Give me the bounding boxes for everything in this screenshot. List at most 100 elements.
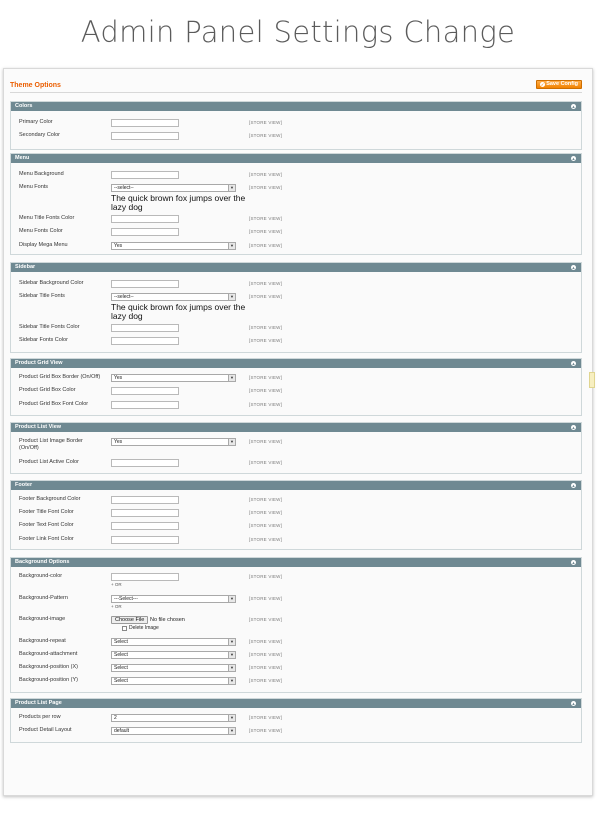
title-divider bbox=[10, 92, 582, 93]
collapse-icon[interactable]: ▲ bbox=[571, 265, 576, 270]
collapse-icon[interactable]: ▲ bbox=[571, 701, 576, 706]
section-title: Footer bbox=[15, 482, 33, 488]
collapse-icon[interactable]: ▲ bbox=[571, 361, 576, 366]
section-product-grid-view: Product Grid View ▲ Product Grid Box Bor… bbox=[10, 358, 582, 416]
background-color-input[interactable] bbox=[111, 573, 179, 581]
store-view-label: [STORE VIEW] bbox=[249, 243, 283, 248]
field-label: Background-position (X) bbox=[19, 664, 79, 670]
field-label: Background-Pattern bbox=[19, 595, 68, 601]
field-label: Products per row bbox=[19, 714, 61, 720]
section-title: Menu bbox=[15, 155, 30, 161]
background-repeat-select[interactable]: Select ▼ bbox=[111, 638, 236, 646]
menu-fonts-color-input[interactable] bbox=[111, 228, 179, 236]
background-position-y-select[interactable]: Select ▼ bbox=[111, 677, 236, 685]
store-view-label: [STORE VIEW] bbox=[249, 294, 283, 299]
primary-color-input[interactable] bbox=[111, 119, 179, 127]
dropdown-arrow-icon: ▼ bbox=[228, 294, 235, 300]
menu-title-fonts-color-input[interactable] bbox=[111, 215, 179, 223]
field-label: Menu Fonts bbox=[19, 184, 49, 190]
store-view-label: [STORE VIEW] bbox=[249, 325, 283, 330]
collapse-icon[interactable]: ▲ bbox=[571, 156, 576, 161]
section-header-background-options[interactable]: Background Options ▲ bbox=[11, 558, 581, 567]
field-label: Menu Title Fonts Color bbox=[19, 215, 75, 221]
store-view-label: [STORE VIEW] bbox=[249, 715, 283, 720]
dropdown-arrow-icon: ▼ bbox=[228, 185, 235, 191]
footer-background-input[interactable] bbox=[111, 496, 179, 504]
select-value: Yes bbox=[114, 439, 123, 445]
select-value: Select bbox=[114, 678, 128, 684]
field-label: Display Mega Menu bbox=[19, 242, 68, 248]
store-view-label: [STORE VIEW] bbox=[249, 596, 283, 601]
section-footer: Footer ▲ Footer Background Color [STORE … bbox=[10, 480, 582, 550]
side-tab[interactable] bbox=[589, 372, 595, 388]
footer-title-font-input[interactable] bbox=[111, 509, 179, 517]
footer-text-font-input[interactable] bbox=[111, 522, 179, 530]
delete-image-checkbox[interactable] bbox=[122, 626, 127, 631]
section-header-menu[interactable]: Menu ▲ bbox=[11, 154, 581, 163]
footer-link-font-input[interactable] bbox=[111, 536, 179, 544]
section-title: Product Grid View bbox=[15, 360, 63, 366]
background-attachment-select[interactable]: Select ▼ bbox=[111, 651, 236, 659]
dropdown-arrow-icon: ▼ bbox=[228, 678, 235, 684]
collapse-icon[interactable]: ▲ bbox=[571, 483, 576, 488]
section-title: Product List Page bbox=[15, 700, 62, 706]
field-label: Footer Title Font Color bbox=[19, 509, 74, 515]
store-view-label: [STORE VIEW] bbox=[249, 728, 283, 733]
background-position-x-select[interactable]: Select ▼ bbox=[111, 664, 236, 672]
field-label: Background-position (Y) bbox=[19, 677, 79, 683]
section-product-list-page: Product List Page ▲ Products per row 2 ▼ … bbox=[10, 698, 582, 743]
section-header-product-list-view[interactable]: Product List View ▲ bbox=[11, 423, 581, 432]
store-view-label: [STORE VIEW] bbox=[249, 388, 283, 393]
select-value: ---Select--- bbox=[114, 596, 138, 602]
field-label: Background-repeat bbox=[19, 638, 66, 644]
store-view-label: [STORE VIEW] bbox=[249, 665, 283, 670]
dropdown-arrow-icon: ▼ bbox=[228, 728, 235, 734]
collapse-icon[interactable]: ▲ bbox=[571, 104, 576, 109]
secondary-color-input[interactable] bbox=[111, 132, 179, 140]
display-mega-menu-select[interactable]: Yes ▼ bbox=[111, 242, 236, 250]
product-detail-layout-select[interactable]: default ▼ bbox=[111, 727, 236, 735]
grid-font-color-input[interactable] bbox=[111, 401, 179, 409]
or-note: + OR bbox=[111, 604, 122, 609]
dropdown-arrow-icon: ▼ bbox=[228, 665, 235, 671]
dropdown-arrow-icon: ▼ bbox=[228, 439, 235, 445]
sidebar-title-fonts-select[interactable]: --select-- ▼ bbox=[111, 293, 236, 301]
sidebar-fonts-color-input[interactable] bbox=[111, 337, 179, 345]
select-value: default bbox=[114, 728, 130, 734]
collapse-icon[interactable]: ▲ bbox=[571, 425, 576, 430]
products-per-row-select[interactable]: 2 ▼ bbox=[111, 714, 236, 722]
list-active-color-input[interactable] bbox=[111, 459, 179, 467]
store-view-label: [STORE VIEW] bbox=[249, 678, 283, 683]
store-view-label: [STORE VIEW] bbox=[249, 216, 283, 221]
list-image-border-select[interactable]: Yes ▼ bbox=[111, 438, 236, 446]
store-view-label: [STORE VIEW] bbox=[249, 617, 283, 622]
sidebar-background-input[interactable] bbox=[111, 280, 179, 288]
menu-fonts-select[interactable]: --select-- ▼ bbox=[111, 184, 236, 192]
choose-file-button[interactable]: Choose File bbox=[111, 616, 149, 624]
section-header-footer[interactable]: Footer ▲ bbox=[11, 481, 581, 490]
collapse-icon[interactable]: ▲ bbox=[571, 560, 576, 565]
store-view-label: [STORE VIEW] bbox=[249, 460, 283, 465]
section-header-sidebar[interactable]: Sidebar ▲ bbox=[11, 263, 581, 272]
sidebar-title-fonts-color-input[interactable] bbox=[111, 324, 179, 332]
field-label: Background-color bbox=[19, 573, 63, 579]
font-preview: The quick brown fox jumps over the lazy … bbox=[111, 193, 246, 212]
font-preview: The quick brown fox jumps over the lazy … bbox=[111, 302, 246, 321]
field-label: Secondary Color bbox=[19, 132, 60, 138]
section-header-colors[interactable]: Colors ▲ bbox=[11, 102, 581, 111]
dropdown-arrow-icon: ▼ bbox=[228, 715, 235, 721]
background-pattern-select[interactable]: ---Select--- ▼ bbox=[111, 595, 236, 603]
menu-background-input[interactable] bbox=[111, 171, 179, 179]
dropdown-arrow-icon: ▼ bbox=[228, 375, 235, 381]
section-product-list-view: Product List View ▲ Product List Image B… bbox=[10, 422, 582, 474]
section-header-product-grid-view[interactable]: Product Grid View ▲ bbox=[11, 359, 581, 368]
grid-border-select[interactable]: Yes ▼ bbox=[111, 374, 236, 382]
store-view-label: [STORE VIEW] bbox=[249, 574, 283, 579]
section-header-product-list-page[interactable]: Product List Page ▲ bbox=[11, 699, 581, 708]
dropdown-arrow-icon: ▼ bbox=[228, 243, 235, 249]
field-label: Sidebar Title Fonts Color bbox=[19, 324, 80, 330]
grid-box-color-input[interactable] bbox=[111, 387, 179, 395]
section-menu: Menu ▲ Menu Background [STORE VIEW] Menu… bbox=[10, 153, 582, 255]
store-view-label: [STORE VIEW] bbox=[249, 510, 283, 515]
save-config-button[interactable]: ✓ Save Config bbox=[536, 80, 582, 89]
